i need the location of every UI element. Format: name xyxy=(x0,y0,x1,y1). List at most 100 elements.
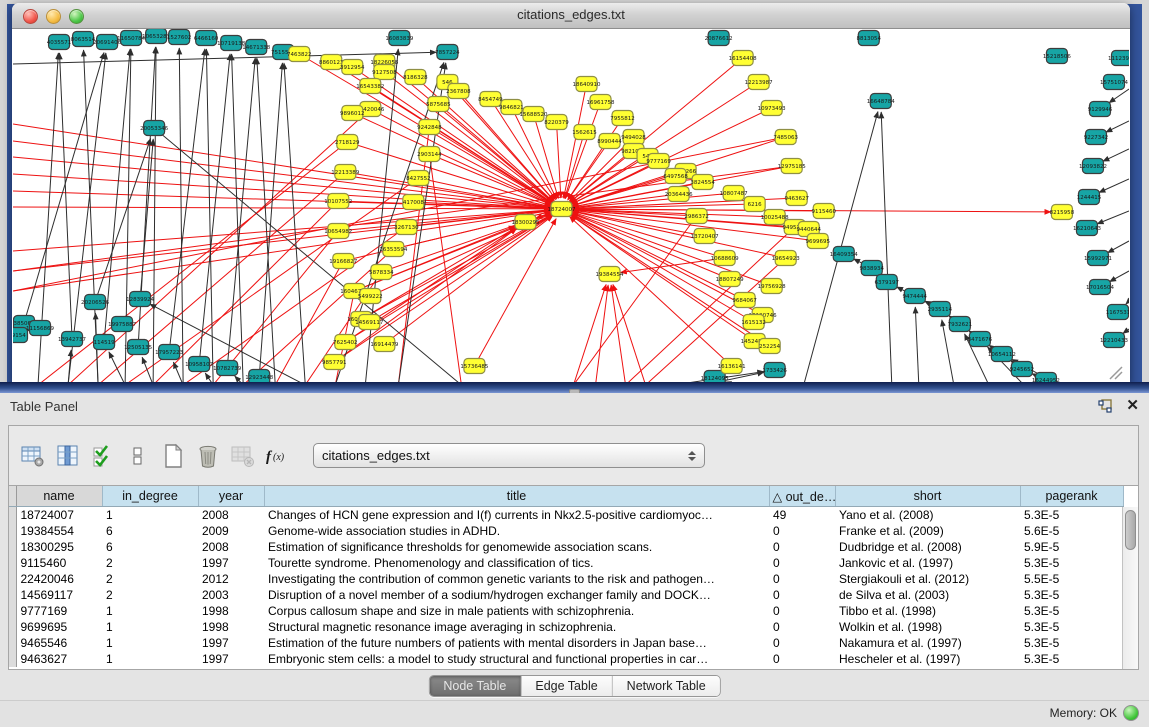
canvas-resize-grip[interactable] xyxy=(1110,367,1122,379)
table-row[interactable]: 1830029562008Estimation of significance … xyxy=(9,539,1123,555)
network-node[interactable]: 18300295 xyxy=(511,215,540,230)
network-node[interactable]: 3912954 xyxy=(340,60,365,75)
network-node[interactable]: 8186328 xyxy=(403,70,428,85)
network-node[interactable]: 12213389 xyxy=(331,165,360,180)
network-node[interactable]: 1615132 xyxy=(741,315,766,330)
network-node[interactable]: 9896012 xyxy=(340,106,365,121)
network-node[interactable]: 9242848 xyxy=(417,120,442,135)
network-node[interactable]: 9699695 xyxy=(805,234,830,249)
column-header-3[interactable]: title xyxy=(264,486,769,507)
table-row[interactable]: 1456911722003Disruption of a novel membe… xyxy=(9,587,1123,603)
network-node[interactable]: 10654112 xyxy=(988,347,1016,362)
network-node[interactable]: 20364436 xyxy=(665,187,694,202)
network-node[interactable]: 18640910 xyxy=(573,77,602,92)
network-node[interactable]: 9245652 xyxy=(1010,362,1035,377)
network-view-window[interactable]: citations_edges.txt 403557180635142069 xyxy=(12,3,1130,385)
network-node[interactable]: 1167531 xyxy=(1106,305,1129,320)
network-node[interactable]: 9838934 xyxy=(860,261,885,276)
show-columns-button[interactable] xyxy=(54,442,81,469)
network-node[interactable]: 1562615 xyxy=(572,125,597,140)
network-node[interactable]: 9127508 xyxy=(372,65,397,80)
network-node[interactable]: 16543382 xyxy=(356,79,384,94)
close-panel-icon[interactable]: ✕ xyxy=(1126,397,1139,415)
column-header-0[interactable]: name xyxy=(16,486,102,507)
network-node[interactable]: 14671338 xyxy=(242,40,271,55)
network-node[interactable]: 5878334 xyxy=(369,265,394,280)
create-table-button[interactable] xyxy=(159,442,186,469)
scrollbar-thumb[interactable] xyxy=(1125,510,1136,550)
network-node[interactable]: 8220379 xyxy=(544,115,569,130)
tab-node-table[interactable]: Node Table xyxy=(429,676,521,696)
network-node[interactable]: 2986372 xyxy=(684,209,709,224)
network-node[interactable]: 5499222 xyxy=(358,289,383,304)
network-node[interactable]: 2935114 xyxy=(928,302,953,317)
column-header-2[interactable]: year xyxy=(198,486,264,507)
row-height-button[interactable] xyxy=(124,442,151,469)
network-node[interactable]: 12093822 xyxy=(1079,159,1107,174)
select-mode-button[interactable] xyxy=(89,442,116,469)
network-node[interactable]: 16154408 xyxy=(729,51,758,66)
network-node[interactable]: 9474444 xyxy=(903,289,928,304)
table-row[interactable]: 1938455462009Genome-wide association stu… xyxy=(9,523,1123,539)
network-node[interactable]: 6497568 xyxy=(663,169,688,184)
network-node[interactable]: 8813054 xyxy=(857,31,882,46)
delete-entry-button[interactable] xyxy=(194,442,221,469)
column-header-6[interactable]: pagerank xyxy=(1020,486,1123,507)
network-node[interactable]: 18724007 xyxy=(547,202,576,217)
table-row[interactable]: 969969511998Structural magnetic resonanc… xyxy=(9,619,1123,635)
network-node[interactable]: 12839924 xyxy=(126,292,155,307)
network-node[interactable]: 16136141 xyxy=(718,359,746,374)
network-node[interactable]: 9777169 xyxy=(646,154,671,169)
network-node[interactable]: 13720407 xyxy=(691,229,720,244)
column-header-5[interactable]: short xyxy=(835,486,1020,507)
network-node[interactable]: 16353594 xyxy=(379,242,408,257)
float-panel-icon[interactable] xyxy=(1098,399,1114,414)
network-node[interactable]: 17957223 xyxy=(155,345,184,360)
network-node[interactable]: 20206526 xyxy=(81,295,110,310)
network-node[interactable]: 20053346 xyxy=(140,121,169,136)
network-node[interactable]: 12505135 xyxy=(124,340,153,355)
network-node[interactable]: 15218506 xyxy=(1043,49,1072,64)
network-node[interactable]: 15992971 xyxy=(1084,251,1112,266)
column-header-1[interactable]: in_degree xyxy=(102,486,198,507)
network-node[interactable]: 8471676 xyxy=(968,332,993,347)
network-node[interactable]: 17016504 xyxy=(1086,280,1115,295)
network-node[interactable]: 7932621 xyxy=(948,317,973,332)
network-node[interactable]: 12975185 xyxy=(778,159,807,174)
network-node[interactable]: 1527602 xyxy=(167,30,192,45)
network-node[interactable]: 16409354 xyxy=(830,247,859,262)
network-node[interactable]: 7625402 xyxy=(333,335,358,350)
network-node[interactable]: 2718129 xyxy=(335,135,360,150)
network-node[interactable]: 11123904 xyxy=(1108,51,1129,66)
network-node[interactable]: 18807249 xyxy=(716,272,745,287)
network-node[interactable]: 10973493 xyxy=(758,101,787,116)
network-node[interactable]: 114519 xyxy=(94,335,116,350)
network-node[interactable]: 10688609 xyxy=(711,251,740,266)
network-node[interactable]: 12213987 xyxy=(745,75,774,90)
table-row[interactable]: 911546021997Tourette syndrome. Phenomeno… xyxy=(9,555,1123,571)
network-node[interactable]: 10107552 xyxy=(324,194,352,209)
network-node[interactable]: 10807487 xyxy=(720,186,749,201)
network-node[interactable]: 10782739 xyxy=(213,361,242,376)
network-node[interactable]: 3824554 xyxy=(690,175,715,190)
network-node[interactable]: 7857224 xyxy=(435,45,460,60)
network-node[interactable]: 417008 xyxy=(403,195,425,210)
network-node[interactable]: 16961758 xyxy=(587,95,616,110)
table-row[interactable]: 946554611997Estimation of the future num… xyxy=(9,635,1123,651)
network-node[interactable]: 16648784 xyxy=(867,94,896,109)
network-node[interactable]: 8427552 xyxy=(406,171,431,186)
network-node[interactable]: 19166827 xyxy=(329,254,358,269)
tab-edge-table[interactable]: Edge Table xyxy=(521,676,612,696)
network-node[interactable]: 10958107 xyxy=(185,357,214,372)
table-row[interactable]: 2242004622012Investigating the contribut… xyxy=(9,571,1123,587)
network-node[interactable]: 4035571 xyxy=(47,35,72,50)
network-canvas[interactable]: 4035571806351420691406116507841065328715… xyxy=(13,29,1129,385)
network-node[interactable]: 11156869 xyxy=(26,321,55,336)
network-node[interactable]: 12210433 xyxy=(1100,333,1129,348)
column-header-4[interactable]: △ out_de… xyxy=(769,486,835,507)
table-selector-dropdown[interactable]: citations_edges.txt xyxy=(313,443,705,468)
network-node[interactable]: 19975887 xyxy=(108,317,137,332)
network-node[interactable]: 16914479 xyxy=(370,337,399,352)
network-node[interactable]: 7485063 xyxy=(773,130,798,145)
network-node[interactable]: 15751074 xyxy=(1100,75,1129,90)
